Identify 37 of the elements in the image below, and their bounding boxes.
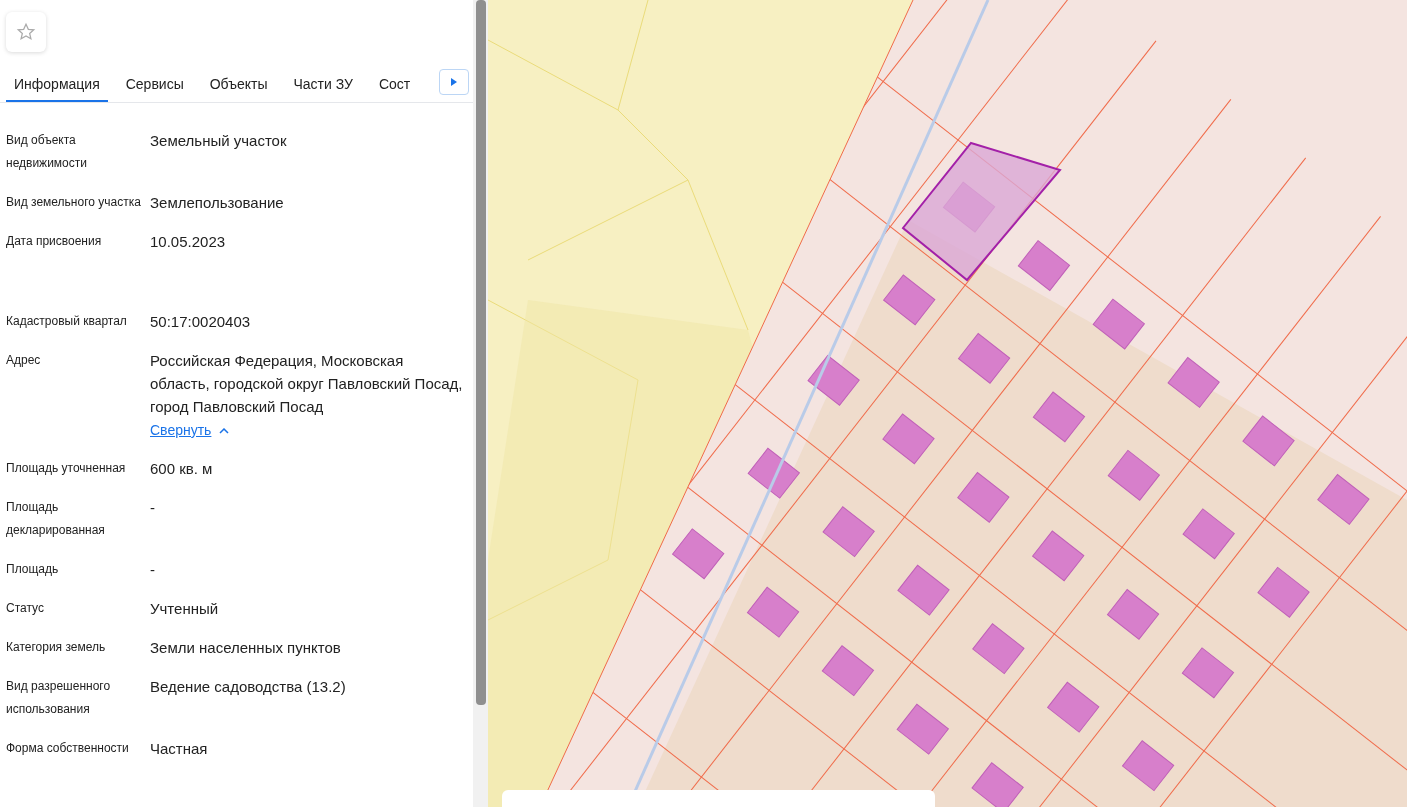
field-label: Вид разрешенного использования bbox=[5, 678, 112, 718]
field-value: Частная bbox=[150, 739, 209, 759]
collapse-link[interactable]: Свернуть bbox=[150, 420, 230, 441]
field-value: - bbox=[150, 560, 156, 580]
field-label: Площадь bbox=[5, 561, 60, 578]
field-label: Вид объекта недвижимости bbox=[5, 132, 88, 172]
tab[interactable]: Части ЗУ bbox=[285, 69, 361, 102]
field-value: Земли населенных пунктов bbox=[150, 638, 342, 658]
field-label: Вид земельного участка bbox=[5, 194, 142, 211]
caret-icon bbox=[451, 78, 457, 86]
field-label: Площадь уточненная bbox=[5, 460, 127, 477]
tab[interactable]: Сервисы bbox=[117, 69, 192, 102]
field-label: Адрес bbox=[5, 352, 42, 369]
tab[interactable]: Сост bbox=[370, 69, 419, 102]
scrollbar[interactable] bbox=[473, 0, 488, 807]
field-value: Землепользование bbox=[150, 193, 285, 213]
map-drawing[interactable] bbox=[488, 0, 1407, 807]
field-label: Площадь декларированная bbox=[5, 499, 106, 539]
tab[interactable]: Информация bbox=[6, 69, 108, 102]
field-value: Земельный участок bbox=[150, 131, 288, 151]
scroll-tabs-button[interactable] bbox=[439, 69, 469, 95]
field-label: Статус bbox=[5, 600, 45, 617]
field-label: Категория земель bbox=[5, 639, 107, 656]
favorite-button[interactable] bbox=[6, 12, 46, 52]
field-value: 600 кв. м bbox=[150, 459, 214, 479]
star-icon bbox=[16, 22, 36, 42]
tab[interactable]: Объекты bbox=[201, 69, 276, 102]
field-label: Форма собственности bbox=[5, 740, 130, 757]
field-value: Учтенный bbox=[150, 599, 220, 619]
field-label: Кадастровый квартал bbox=[5, 313, 128, 330]
field-value: 10.05.2023 bbox=[150, 232, 227, 252]
field-value: 50:17:0020403 bbox=[150, 312, 252, 332]
field-value: Российская Федерация, Московская область, городской округ Павловский Посад, город Павловский Посад bbox=[150, 351, 464, 417]
chevron-up-icon bbox=[219, 427, 230, 434]
field-label: Дата присвоения bbox=[5, 233, 103, 250]
field-value: Ведение садоводства (13.2) bbox=[150, 677, 347, 697]
field-value: - bbox=[150, 498, 156, 518]
